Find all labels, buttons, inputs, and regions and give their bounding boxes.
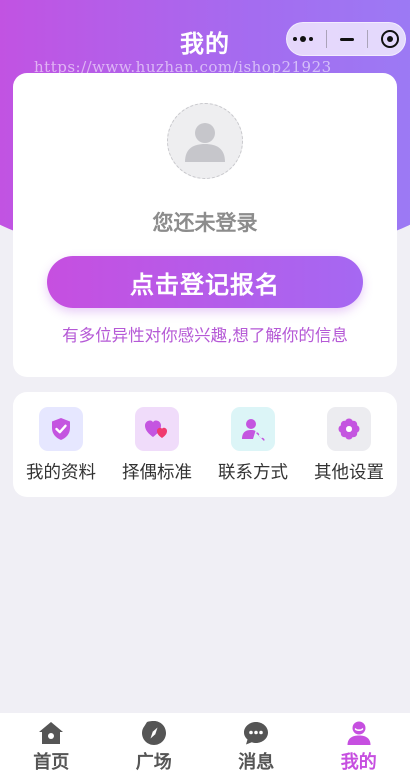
compass-icon [140, 720, 168, 746]
menu-item-profile[interactable]: 我的资料 [15, 407, 107, 484]
close-icon[interactable] [380, 30, 399, 48]
tab-me[interactable]: 我的 [309, 720, 409, 781]
menu-item-label: 我的资料 [26, 463, 96, 483]
menu-card: 我的资料 择偶标准 联系方式 其他设置 [13, 392, 397, 497]
flower-gear-icon [327, 407, 371, 451]
tab-messages[interactable]: 消息 [206, 720, 306, 781]
home-icon [37, 720, 65, 746]
tab-label: 我的 [340, 752, 377, 773]
screen: 我的 https://www.huzhan.com/ishop21923 您还未… [0, 0, 410, 781]
capsule-divider [366, 30, 368, 48]
interest-text: 有多位异性对你感兴趣,想了解你的信息 [62, 326, 348, 345]
user-placeholder-icon[interactable] [167, 103, 243, 179]
tab-square[interactable]: 广场 [104, 720, 204, 781]
minimize-icon[interactable] [339, 37, 354, 41]
hearts-icon [135, 407, 179, 451]
menu-item-label: 联系方式 [218, 463, 288, 483]
contact-person-icon [231, 407, 275, 451]
menu-item-label: 其他设置 [314, 463, 384, 483]
tab-label: 首页 [33, 752, 70, 773]
mini-program-capsule [286, 22, 406, 56]
menu-item-label: 择偶标准 [122, 463, 192, 483]
menu-item-contact[interactable]: 联系方式 [207, 407, 299, 484]
login-hint: 您还未登录 [152, 211, 258, 235]
menu-item-settings[interactable]: 其他设置 [303, 407, 395, 484]
menu-item-criteria[interactable]: 择偶标准 [111, 407, 203, 484]
bottom-tab-bar: 首页 广场 消息 我的 [0, 713, 410, 781]
register-button[interactable]: 点击登记报名 [47, 256, 363, 308]
more-icon[interactable] [293, 36, 314, 42]
user-icon [345, 720, 373, 746]
message-icon [242, 720, 270, 746]
tab-label: 消息 [238, 752, 275, 773]
profile-card: 您还未登录 点击登记报名 有多位异性对你感兴趣,想了解你的信息 [13, 73, 397, 377]
shield-check-icon [39, 407, 83, 451]
capsule-divider [326, 30, 328, 48]
tab-label: 广场 [135, 752, 172, 773]
tab-home[interactable]: 首页 [1, 720, 101, 781]
